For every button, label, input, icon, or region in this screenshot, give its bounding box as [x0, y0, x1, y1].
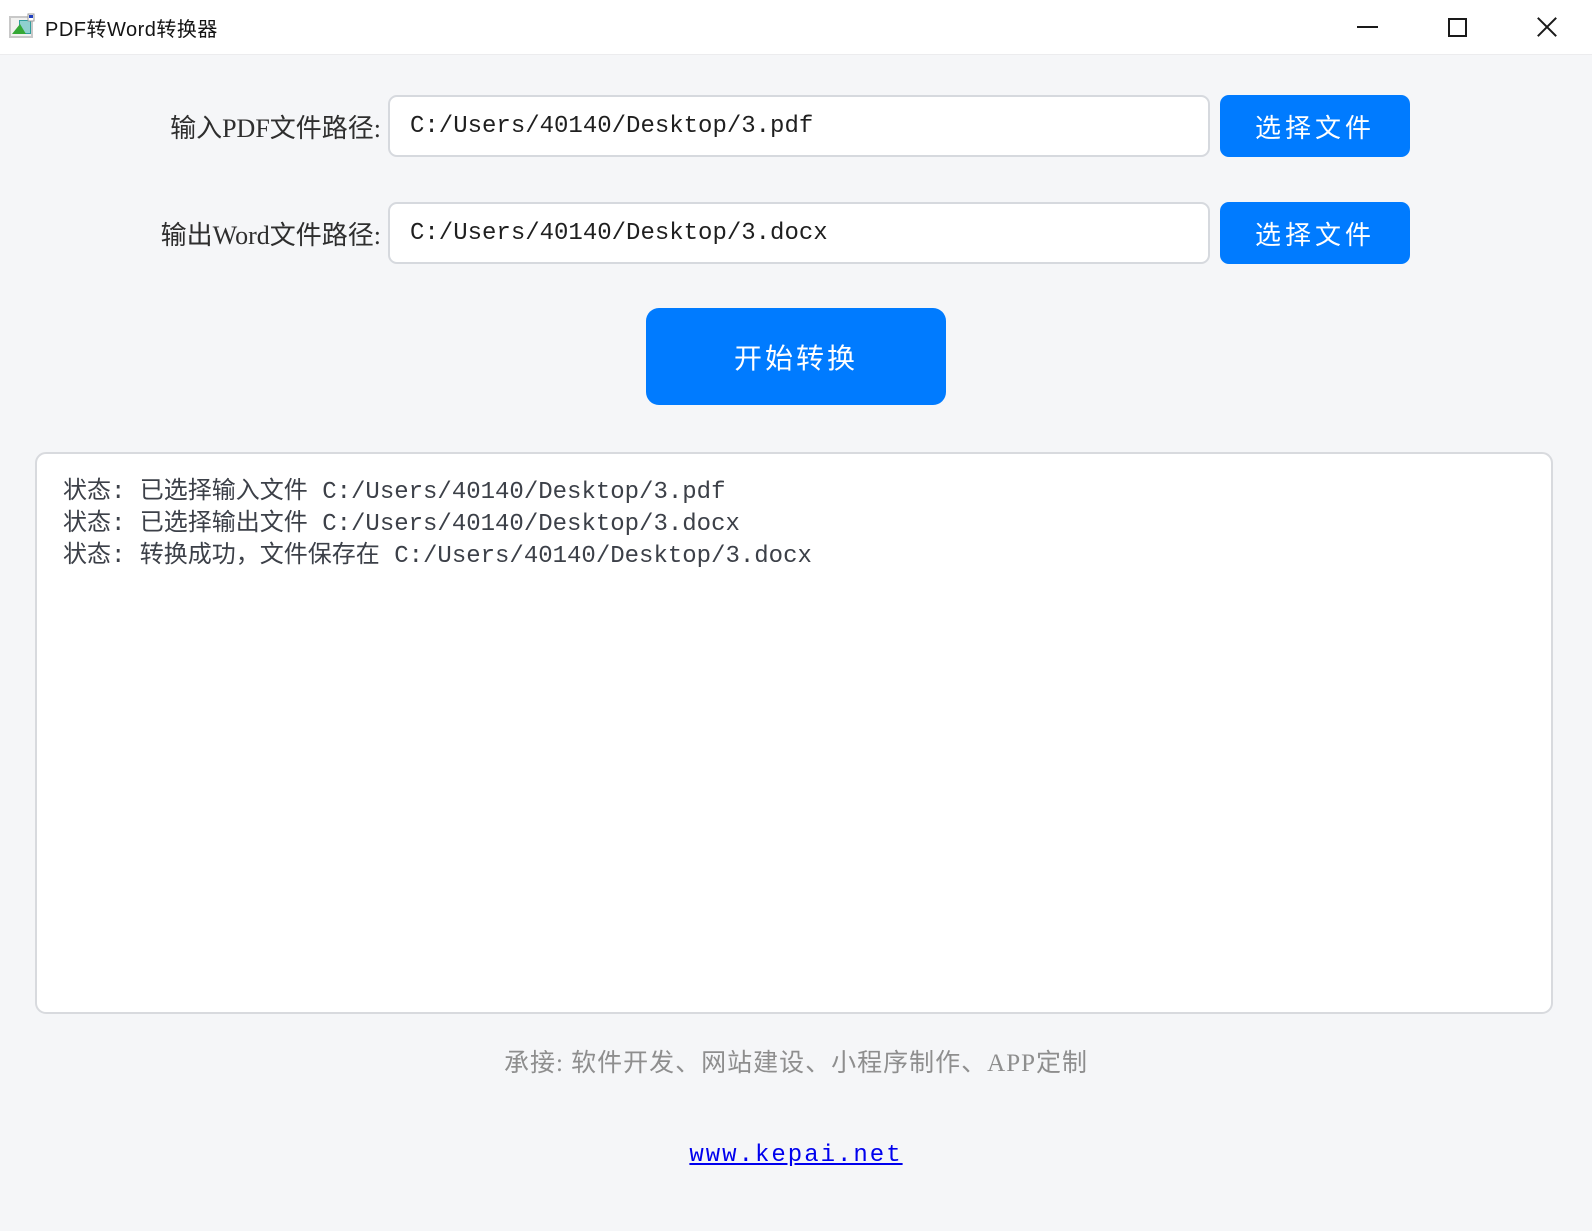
input-pdf-row: 输入PDF文件路径: 选择文件	[0, 95, 1592, 157]
main-content: 输入PDF文件路径: 选择文件 输出Word文件路径: 选择文件 开始转换 状态…	[0, 55, 1592, 1231]
input-pdf-path-field[interactable]	[388, 95, 1210, 157]
output-word-path-label: 输出Word文件路径:	[36, 215, 381, 252]
window-title: PDF转Word转换器	[45, 13, 218, 42]
convert-row: 开始转换	[0, 308, 1592, 405]
input-pdf-path-label: 输入PDF文件路径:	[36, 108, 381, 145]
status-line-input-selected: 状态: 已选择输入文件 C:/Users/40140/Desktop/3.pdf	[63, 477, 1525, 509]
window-controls	[1322, 0, 1592, 55]
choose-input-file-button[interactable]: 选择文件	[1220, 95, 1410, 157]
close-button[interactable]	[1502, 0, 1592, 55]
minimize-button[interactable]	[1322, 0, 1412, 55]
site-link-row: www.kepai.net	[0, 1142, 1592, 1169]
output-word-path-field[interactable]	[388, 202, 1210, 264]
status-log-box[interactable]: 状态: 已选择输入文件 C:/Users/40140/Desktop/3.pdf…	[35, 452, 1553, 1014]
maximize-icon	[1448, 18, 1467, 37]
minimize-icon	[1357, 26, 1378, 28]
status-line-output-selected: 状态: 已选择输出文件 C:/Users/40140/Desktop/3.doc…	[63, 509, 1525, 541]
footer-services-text: 承接: 软件开发、网站建设、小程序制作、APP定制	[0, 1043, 1592, 1079]
output-word-row: 输出Word文件路径: 选择文件	[0, 202, 1592, 264]
close-icon	[1536, 16, 1558, 38]
website-link[interactable]: www.kepai.net	[689, 1142, 902, 1169]
status-line-convert-success: 状态: 转换成功，文件保存在 C:/Users/40140/Desktop/3.…	[63, 541, 1525, 573]
titlebar: PDF转Word转换器	[0, 0, 1592, 55]
start-convert-button[interactable]: 开始转换	[646, 308, 946, 405]
choose-output-file-button[interactable]: 选择文件	[1220, 202, 1410, 264]
maximize-button[interactable]	[1412, 0, 1502, 55]
app-icon	[8, 13, 36, 41]
app-window: PDF转Word转换器 输入PDF文件路径: 选择文件 输出Word文件路径: …	[0, 0, 1592, 1231]
